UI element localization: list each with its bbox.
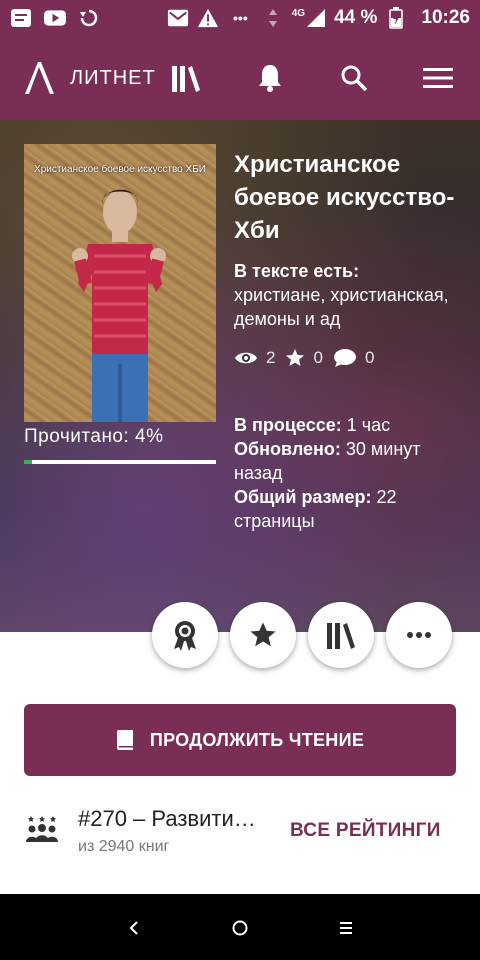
more-button[interactable] (386, 602, 452, 668)
cover-title: Христианское боевое искусство ХБИ (34, 164, 206, 175)
favorite-button[interactable] (230, 602, 296, 668)
book-header: Христианское боевое искусство ХБИ Прочит… (0, 120, 480, 632)
tags-label: В тексте есть: (234, 261, 360, 281)
continue-reading-label: ПРОДОЛЖИТЬ ЧТЕНИЕ (149, 729, 365, 750)
views-count: 2 (266, 348, 276, 367)
views-stat: 2 (234, 348, 275, 368)
star-icon (250, 622, 276, 647)
likes-count: 0 (313, 348, 323, 367)
size-row: Общий размер: 22 страницы (234, 485, 462, 533)
search-icon[interactable] (334, 58, 374, 98)
likes-stat: 0 (285, 348, 323, 368)
status-label: В процессе: (234, 415, 342, 435)
sync-icon (78, 7, 100, 29)
read-progress-label: Прочитано: 4% (24, 426, 164, 447)
data-arrows-icon (262, 7, 284, 29)
system-nav-bar (0, 894, 480, 960)
cover-photo (72, 189, 166, 422)
comments-count: 0 (364, 348, 375, 367)
all-ratings-link[interactable]: ВСЕ РЕЙТИНГИ (290, 820, 441, 842)
bell-icon[interactable] (250, 58, 290, 98)
library-icon[interactable] (166, 58, 206, 98)
recent-apps-icon[interactable] (332, 914, 360, 942)
rating-icon (26, 814, 58, 851)
comments-stat: 0 (333, 348, 374, 368)
rating-row: #270 – Развити… из 2940 книг ВСЕ РЕЙТИНГ… (0, 800, 480, 890)
star-icon (286, 349, 305, 366)
menu-icon[interactable] (418, 58, 458, 98)
eye-icon (235, 352, 257, 364)
gmail-icon (167, 7, 189, 29)
logo-icon (25, 62, 54, 94)
app-toolbar: ЛИТНЕТ (0, 36, 480, 120)
read-progress-bar (24, 460, 216, 464)
read-progress-fill (24, 460, 32, 464)
network-type: 4G (291, 8, 306, 19)
book-cover[interactable]: Христианское боевое искусство ХБИ (24, 144, 216, 422)
book-icon (116, 730, 133, 750)
logo[interactable]: ЛИТНЕТ (22, 61, 156, 95)
updated-row: Обновлено: 30 минут назад (234, 437, 462, 485)
status-value: 1 час (341, 415, 391, 435)
rating-total: из 2940 книг (78, 838, 170, 855)
warning-icon (197, 7, 219, 29)
add-to-library-button[interactable] (308, 602, 374, 668)
back-icon[interactable] (120, 914, 148, 942)
battery-icon (385, 7, 407, 29)
more-notifications-icon: ••• (233, 10, 248, 26)
comment-icon (333, 349, 356, 367)
message-icon (10, 7, 32, 29)
youtube-icon (44, 7, 66, 29)
book-title: Христианское боевое искусство- Хби (234, 151, 455, 244)
home-icon[interactable] (226, 914, 254, 942)
status-row: В процессе: 1 час (234, 413, 462, 437)
clock: 10:26 (421, 7, 470, 28)
battery-percent: 44 % (334, 7, 378, 28)
signal-icon (307, 9, 326, 27)
logo-text: ЛИТНЕТ (70, 66, 156, 89)
book-stats: 2 0 0 (234, 345, 462, 371)
book-info: Христианское боевое искусство- Хби В тек… (234, 148, 462, 533)
award-button[interactable] (152, 602, 218, 668)
more-dots-icon (407, 632, 431, 638)
library-icon (327, 623, 355, 649)
continue-reading-button[interactable]: ПРОДОЛЖИТЬ ЧТЕНИЕ (24, 704, 456, 776)
size-label: Общий размер: (234, 487, 372, 507)
book-meta: В процессе: 1 час Обновлено: 30 минут на… (234, 413, 462, 533)
status-bar: ••• 4G 44 % 10:26 (0, 0, 480, 36)
rating-position[interactable]: #270 – Развити… (78, 806, 278, 832)
updated-label: Обновлено: (234, 439, 341, 459)
award-icon (174, 621, 196, 651)
tags-list[interactable]: христиане, христианская, демоны и ад (234, 283, 462, 331)
